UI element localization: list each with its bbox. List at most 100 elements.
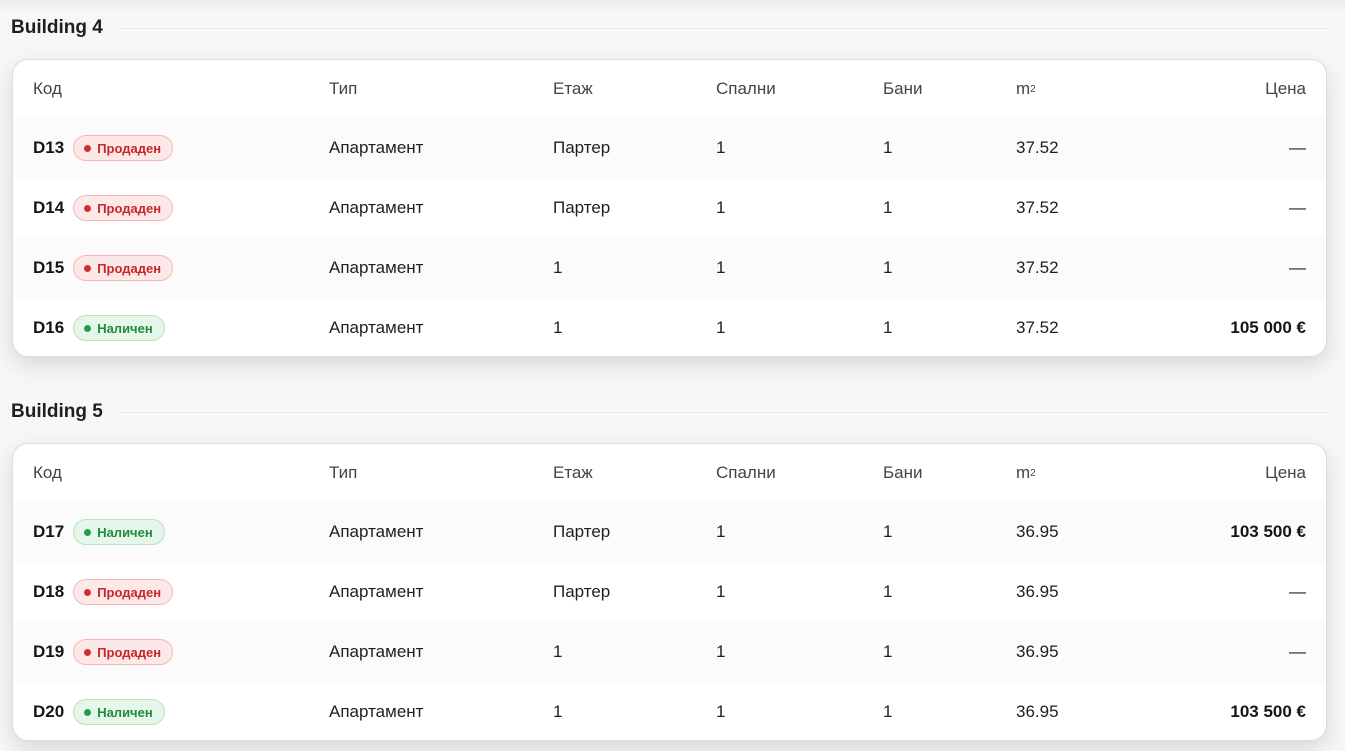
unit-floor: Партер — [553, 522, 611, 541]
header-area-exponent: 2 — [1030, 83, 1036, 95]
table-row[interactable]: D17 Наличен Апартамент Партер 1 1 36.95 103 500… — [13, 502, 1326, 562]
unit-type: Апартамент — [329, 522, 424, 541]
unit-price: 105 000 € — [1230, 318, 1306, 337]
unit-bedrooms: 1 — [716, 198, 726, 217]
status-badge: Наличен — [73, 699, 165, 725]
page: Building 4 Код Тип Етаж Спални Бани m2 Ц… — [0, 0, 1345, 751]
status-label: Продаден — [97, 644, 162, 660]
units-table: Код Тип Етаж Спални Бани m2 Цена D13 Прод… — [12, 59, 1327, 357]
status-label: Наличен — [97, 704, 153, 720]
header-bathrooms[interactable]: Бани — [883, 444, 923, 502]
unit-area: 36.95 — [1016, 702, 1059, 721]
unit-bedrooms: 1 — [716, 582, 726, 601]
header-type[interactable]: Тип — [329, 60, 357, 118]
unit-code: D19 — [33, 642, 65, 661]
header-price[interactable]: Цена — [1265, 444, 1306, 502]
unit-bedrooms: 1 — [716, 138, 726, 157]
unit-area: 36.95 — [1016, 582, 1059, 601]
unit-code-cell: D14 Продаден — [33, 178, 174, 238]
status-badge: Продаден — [73, 639, 174, 665]
unit-bathrooms: 1 — [883, 702, 893, 721]
status-badge: Продаден — [73, 579, 174, 605]
status-badge: Продаден — [73, 195, 174, 221]
table-row[interactable]: D19 Продаден Апартамент 1 1 1 36.95 — — [13, 622, 1326, 682]
header-area-unit: m — [1016, 79, 1031, 98]
unit-code-cell: D16 Наличен — [33, 298, 165, 356]
unit-bedrooms: 1 — [716, 258, 726, 277]
status-label: Продаден — [97, 584, 162, 600]
unit-code-cell: D15 Продаден — [33, 238, 174, 298]
status-dot-icon — [84, 648, 92, 656]
unit-code: D13 — [33, 138, 65, 157]
header-floor[interactable]: Етаж — [553, 444, 593, 502]
section-divider — [11, 412, 1328, 413]
section-title: Building 4 — [11, 16, 117, 40]
status-label: Наличен — [97, 524, 153, 540]
header-bathrooms[interactable]: Бани — [883, 60, 923, 118]
building-section: Building 4 Код Тип Етаж Спални Бани m2 Ц… — [0, 16, 1345, 357]
status-badge: Наличен — [73, 519, 165, 545]
table-header-row: Код Тип Етаж Спални Бани m2 Цена — [13, 444, 1326, 502]
unit-code: D20 — [33, 702, 65, 721]
unit-code: D17 — [33, 522, 65, 541]
status-label: Продаден — [97, 260, 162, 276]
section-header: Building 5 — [0, 400, 1345, 428]
unit-price: 103 500 € — [1230, 522, 1306, 541]
unit-area: 36.95 — [1016, 642, 1059, 661]
unit-code-cell: D17 Наличен — [33, 502, 165, 562]
header-type[interactable]: Тип — [329, 444, 357, 502]
unit-floor: 1 — [553, 702, 563, 721]
unit-code-cell: D19 Продаден — [33, 622, 174, 682]
unit-floor: Партер — [553, 582, 611, 601]
unit-code-cell: D13 Продаден — [33, 118, 174, 178]
table-row[interactable]: D20 Наличен Апартамент 1 1 1 36.95 103 500 € — [13, 682, 1326, 740]
unit-floor: 1 — [553, 318, 563, 337]
unit-type: Апартамент — [329, 318, 424, 337]
unit-price: — — [1289, 642, 1306, 661]
header-area[interactable]: m2 — [1016, 60, 1036, 118]
unit-price: — — [1289, 138, 1306, 157]
status-dot-icon — [84, 528, 92, 536]
unit-bathrooms: 1 — [883, 642, 893, 661]
table-row[interactable]: D15 Продаден Апартамент 1 1 1 37.52 — — [13, 238, 1326, 298]
header-bedrooms[interactable]: Спални — [716, 444, 776, 502]
unit-type: Апартамент — [329, 702, 424, 721]
unit-bathrooms: 1 — [883, 522, 893, 541]
header-price[interactable]: Цена — [1265, 60, 1306, 118]
unit-type: Апартамент — [329, 642, 424, 661]
unit-code: D18 — [33, 582, 65, 601]
header-area[interactable]: m2 — [1016, 444, 1036, 502]
unit-bathrooms: 1 — [883, 582, 893, 601]
unit-bathrooms: 1 — [883, 198, 893, 217]
header-code[interactable]: Код — [33, 444, 62, 502]
unit-code-cell: D20 Наличен — [33, 682, 165, 740]
status-label: Продаден — [97, 200, 162, 216]
section-divider — [11, 28, 1328, 29]
header-floor[interactable]: Етаж — [553, 60, 593, 118]
unit-code-cell: D18 Продаден — [33, 562, 174, 622]
table-row[interactable]: D13 Продаден Апартамент Партер 1 1 37.52 — — [13, 118, 1326, 178]
header-area-unit: m — [1016, 463, 1031, 482]
unit-floor: Партер — [553, 198, 611, 217]
table-row[interactable]: D14 Продаден Апартамент Партер 1 1 37.52 — — [13, 178, 1326, 238]
unit-code: D16 — [33, 318, 65, 337]
header-code[interactable]: Код — [33, 60, 62, 118]
status-dot-icon — [84, 264, 92, 272]
table-header-row: Код Тип Етаж Спални Бани m2 Цена — [13, 60, 1326, 118]
top-shadow — [0, 0, 1345, 14]
unit-area: 37.52 — [1016, 258, 1059, 277]
status-badge: Продаден — [73, 135, 174, 161]
status-dot-icon — [84, 708, 92, 716]
unit-type: Апартамент — [329, 258, 424, 277]
status-dot-icon — [84, 204, 92, 212]
unit-floor: 1 — [553, 642, 563, 661]
table-row[interactable]: D16 Наличен Апартамент 1 1 1 37.52 105 000 € — [13, 298, 1326, 356]
unit-floor: Партер — [553, 138, 611, 157]
unit-bedrooms: 1 — [716, 522, 726, 541]
table-row[interactable]: D18 Продаден Апартамент Партер 1 1 36.95 — — [13, 562, 1326, 622]
status-dot-icon — [84, 588, 92, 596]
header-bedrooms[interactable]: Спални — [716, 60, 776, 118]
unit-bedrooms: 1 — [716, 318, 726, 337]
unit-type: Апартамент — [329, 582, 424, 601]
unit-price: — — [1289, 198, 1306, 217]
